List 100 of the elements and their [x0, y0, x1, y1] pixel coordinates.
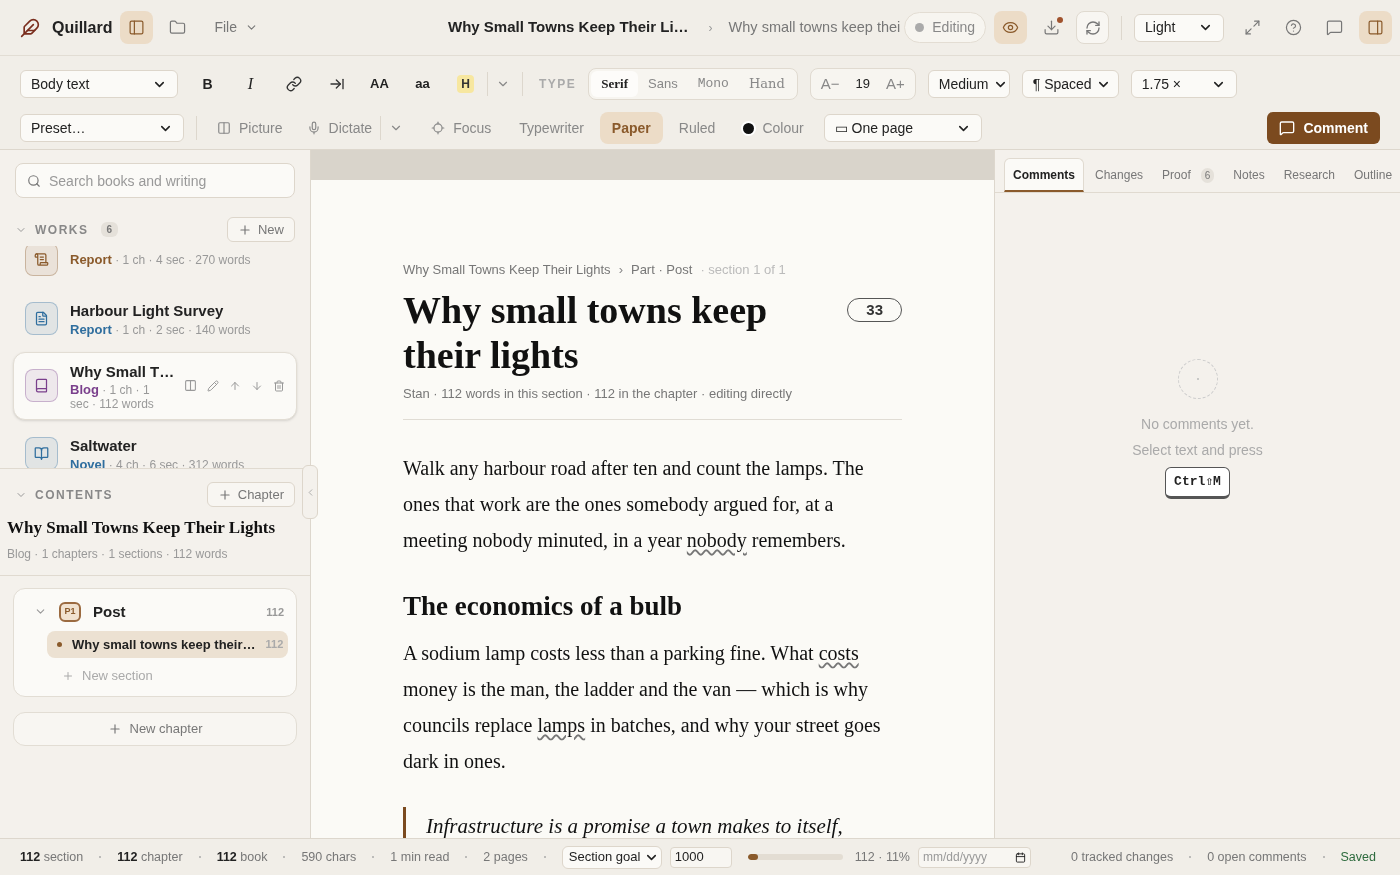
tab-label: Proof: [1162, 167, 1191, 184]
document-stat: 590 chars: [301, 848, 357, 866]
section-label: CONTENTS: [35, 486, 113, 504]
feather-logo-icon: [20, 17, 40, 38]
focus-icon: [431, 121, 446, 135]
font-option[interactable]: Sans: [638, 71, 688, 97]
work-item[interactable]: Harbour Light Survey Report · 1 ch · 2 sec · 140 words: [13, 291, 297, 346]
view-mode-button[interactable]: Focus: [419, 112, 504, 144]
move-down-icon[interactable]: [251, 379, 263, 392]
save-status: Saved: [1340, 848, 1376, 866]
indent-icon[interactable]: [328, 76, 345, 92]
panel-toggle-icon[interactable]: [1359, 11, 1393, 44]
preset-select[interactable]: Preset…: [20, 114, 184, 142]
font-option[interactable]: Mono: [687, 71, 739, 97]
work-title: Saltwater: [70, 436, 138, 456]
breadcrumb-separator: ›: [708, 19, 713, 37]
format-button[interactable]: AA: [358, 70, 401, 98]
delete-icon[interactable]: [273, 379, 285, 392]
section-item[interactable]: Why small towns keep their… 112: [47, 631, 288, 658]
microphone-icon: [306, 121, 321, 135]
download-arrow-icon: [1043, 19, 1061, 36]
breadcrumb-separator: ›: [618, 261, 623, 279]
word-count: 112 section: [20, 848, 84, 866]
eye-icon[interactable]: [994, 11, 1028, 44]
refresh-button[interactable]: [1076, 11, 1110, 44]
weight-select[interactable]: Medium: [927, 70, 1010, 98]
picture-icon: [217, 121, 231, 135]
format-button[interactable]: aa: [401, 70, 444, 98]
collapse-handle[interactable]: [302, 465, 318, 519]
panel-tab[interactable]: Changes: [1087, 158, 1152, 192]
new-work-button[interactable]: New: [227, 217, 295, 242]
goal-reading: 112 · 11%: [854, 848, 910, 866]
chapter-title[interactable]: Post: [93, 600, 126, 623]
format-button[interactable]: I: [229, 70, 272, 98]
view-mode-button[interactable]: Ruled: [666, 112, 728, 144]
tab-label: Changes: [1095, 167, 1144, 184]
tab-label: Comments: [1013, 166, 1075, 184]
breadcrumb-link[interactable]: Why Small Towns Keep Their Lights: [403, 260, 611, 280]
work-meta: Novel · 4 ch · 6 sec · 312 words: [70, 457, 246, 468]
breadcrumb-link[interactable]: Part · Post: [630, 260, 693, 280]
file-menu[interactable]: File: [214, 17, 258, 38]
picture-button[interactable]: Picture: [217, 117, 283, 139]
book-meta: Blog · 1 chapters · 1 sections · 112 words: [7, 545, 229, 563]
search-field[interactable]: Search books and writing: [15, 163, 295, 198]
plus-icon: [62, 669, 74, 682]
move-up-icon[interactable]: [229, 379, 241, 392]
sidebar-toggle-icon[interactable]: [120, 11, 154, 44]
font-option[interactable]: Hand: [738, 71, 795, 97]
date-field[interactable]: mm/dd/yyyy: [918, 846, 1031, 868]
work-item[interactable]: Why Small T… Blog · 1 ch · 1 sec · 112 words: [13, 351, 297, 420]
decrease-size-button[interactable]: A−: [820, 72, 840, 96]
theme-select[interactable]: Light: [1134, 13, 1225, 42]
document-title: Why Small Towns Keep Their Li…: [448, 17, 689, 38]
work-item[interactable]: Report · 1 ch · 4 sec · 270 words: [13, 246, 297, 285]
link-icon[interactable]: [285, 76, 302, 92]
dictate-button[interactable]: Dictate: [306, 117, 373, 139]
view-mode-button[interactable]: Paper: [599, 112, 663, 144]
mode-pill[interactable]: Editing: [904, 12, 987, 43]
edit-icon[interactable]: [207, 379, 219, 392]
goal-input[interactable]: 1000: [669, 846, 732, 868]
format-button[interactable]: B: [186, 70, 229, 98]
split-icon[interactable]: [184, 379, 197, 393]
section-title: Why small towns keep their…: [72, 635, 256, 654]
tab-label: Outline: [1354, 167, 1393, 184]
book-title: Why Small Towns Keep Their Lights: [7, 517, 277, 539]
type-label: TYPE: [539, 76, 577, 93]
word-count: 112 chapter: [117, 848, 183, 866]
goal-type-select[interactable]: Section goal: [561, 845, 662, 869]
block-style-select[interactable]: Body text: [20, 70, 178, 98]
page-layout-select[interactable]: ▭ One page: [823, 114, 982, 142]
panel-tab[interactable]: Proof 6: [1154, 158, 1223, 192]
colour-button[interactable]: Colour: [743, 117, 804, 139]
comment-button[interactable]: Comment: [1267, 112, 1380, 144]
panel-tab[interactable]: Outline: [1346, 158, 1400, 192]
empty-hint: Select text and press: [1132, 441, 1263, 460]
spacing-select[interactable]: ¶ Spaced: [1021, 70, 1119, 98]
count-badge: 6: [100, 222, 119, 237]
paragraph: Walk any harbour road after ten and count the lamps. The ones that work are the ones somebody argued for, at a meeting nobody minuted, in a year nobody remembers.: [403, 456, 865, 554]
view-mode-button[interactable]: Typewriter: [507, 112, 596, 144]
count-badge: 6: [1200, 167, 1215, 183]
document-stat: 1 min read: [390, 848, 450, 866]
highlight-button[interactable]: H: [457, 75, 474, 93]
section-position: · section 1 of 1: [700, 261, 786, 279]
line-height-select[interactable]: 1.75 ×: [1130, 70, 1237, 98]
new-chapter-button[interactable]: New chapter: [13, 711, 297, 746]
chapter-badge: P1: [59, 601, 81, 622]
plus-icon: [107, 721, 122, 736]
panel-tab[interactable]: Notes: [1225, 158, 1273, 192]
increase-size-button[interactable]: A+: [885, 72, 905, 96]
tracked-changes: 0 tracked changes: [1071, 848, 1174, 866]
document-heading: Why small towns keep their lights: [403, 287, 769, 378]
panel-tab[interactable]: Research: [1275, 158, 1344, 192]
work-meta: Report · 1 ch · 4 sec · 270 words: [70, 252, 252, 267]
add-chapter-button[interactable]: Chapter: [206, 482, 295, 507]
panel-tab[interactable]: Comments: [1004, 158, 1084, 192]
new-section-button[interactable]: New section: [62, 666, 288, 686]
word-count: 112 book: [216, 848, 268, 866]
work-meta: Report · 1 ch · 2 sec · 140 words: [70, 322, 252, 337]
work-item[interactable]: Saltwater Novel · 4 ch · 6 sec · 312 words: [13, 426, 297, 468]
font-option[interactable]: Serif: [591, 71, 639, 97]
